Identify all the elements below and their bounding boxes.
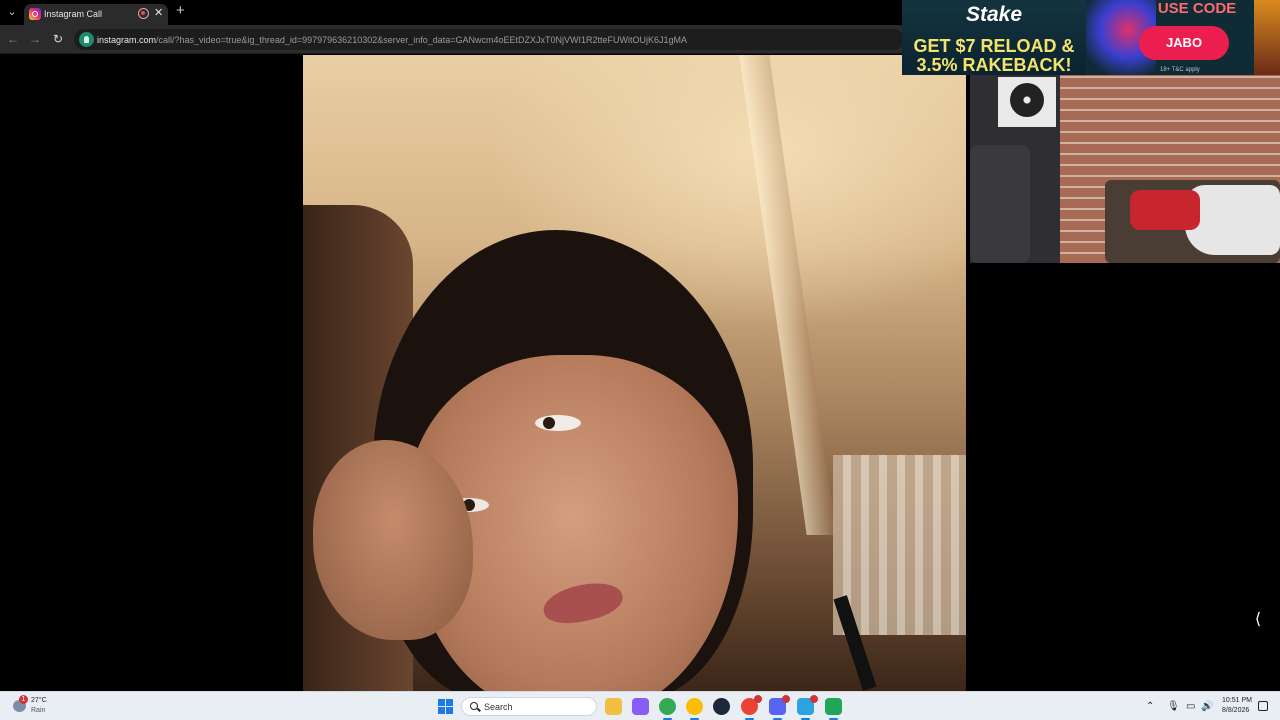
ad-logo: Stake bbox=[965, 3, 1023, 26]
notification-badge bbox=[782, 695, 790, 703]
search-placeholder: Search bbox=[484, 702, 513, 712]
discord-icon[interactable] bbox=[769, 695, 790, 720]
sponsor-ad-banner: Stake GET $7 RELOAD & 3.5% RAKEBACK! USE… bbox=[902, 0, 1280, 75]
ad-decoration bbox=[1254, 0, 1280, 75]
ad-use-code-label: USE CODE bbox=[1157, 0, 1237, 17]
notifications-icon[interactable] bbox=[1258, 701, 1268, 711]
tab-instagram-call[interactable]: Instagram Call ✕ bbox=[24, 4, 168, 25]
screen: ⌄ Instagram Call ✕ + ← → ↻ instagram.com… bbox=[0, 0, 1280, 720]
recording-icon bbox=[138, 8, 149, 19]
new-tab-icon[interactable]: + bbox=[176, 3, 185, 19]
weather-temp: 27°C bbox=[31, 697, 47, 704]
clock-date[interactable]: 8/8/2026 bbox=[1222, 707, 1249, 714]
person bbox=[1130, 190, 1200, 230]
reload-icon[interactable]: ↻ bbox=[50, 31, 66, 47]
ad-terms: 18+ T&C apply bbox=[1160, 67, 1200, 73]
close-tab-icon[interactable]: ✕ bbox=[154, 6, 163, 20]
chrome-dev-icon[interactable] bbox=[741, 695, 762, 720]
microphone-icon[interactable]: 🎙 bbox=[1167, 701, 1180, 713]
search-icon bbox=[470, 702, 478, 710]
ad-headline: GET $7 RELOAD & 3.5% RAKEBACK! bbox=[913, 36, 1075, 75]
taskbar: 1 27°C Rain Search ⌃ 🎙 ▭ 🔊 10:51 PM 8/8/… bbox=[0, 691, 1280, 720]
site-info-icon[interactable] bbox=[79, 32, 94, 47]
weather-badge: 1 bbox=[19, 695, 28, 704]
volume-icon[interactable]: 🔊 bbox=[1201, 701, 1213, 713]
start-icon[interactable] bbox=[438, 699, 453, 714]
telegram-icon[interactable] bbox=[797, 695, 818, 720]
file-explorer-icon[interactable] bbox=[605, 698, 622, 715]
network-icon[interactable]: ▭ bbox=[1186, 701, 1195, 713]
back-icon[interactable]: ← bbox=[5, 31, 21, 47]
tab-search-chevron-icon[interactable]: ⌄ bbox=[4, 4, 20, 20]
chrome-profile-icon[interactable] bbox=[686, 698, 703, 720]
instagram-icon bbox=[29, 8, 41, 20]
address-bar[interactable]: instagram.com/call/?has_video=true&ig_th… bbox=[74, 29, 904, 50]
webcam-feed bbox=[970, 75, 1280, 263]
copilot-icon[interactable] bbox=[632, 698, 649, 715]
weather-condition: Rain bbox=[31, 707, 46, 714]
gaming-chair bbox=[970, 145, 1030, 263]
taskbar-search[interactable]: Search bbox=[461, 697, 597, 716]
show-hidden-icons-icon[interactable]: ⌃ bbox=[1146, 701, 1154, 713]
app-icon[interactable] bbox=[825, 698, 842, 720]
chrome-icon[interactable] bbox=[659, 698, 676, 720]
clock-time[interactable]: 10:51 PM bbox=[1222, 697, 1252, 704]
vinyl-poster bbox=[998, 77, 1056, 127]
notification-badge bbox=[754, 695, 762, 703]
steam-icon[interactable] bbox=[713, 698, 730, 715]
url-text: instagram.com/call/?has_video=true&ig_th… bbox=[97, 35, 688, 45]
ad-code-badge: JABO bbox=[1139, 26, 1229, 60]
remote-video bbox=[303, 55, 966, 691]
notification-badge bbox=[810, 695, 818, 703]
collapse-panel-icon[interactable]: ⟨ bbox=[1251, 610, 1265, 630]
tab-title: Instagram Call bbox=[44, 9, 103, 19]
forward-icon[interactable]: → bbox=[27, 31, 43, 47]
